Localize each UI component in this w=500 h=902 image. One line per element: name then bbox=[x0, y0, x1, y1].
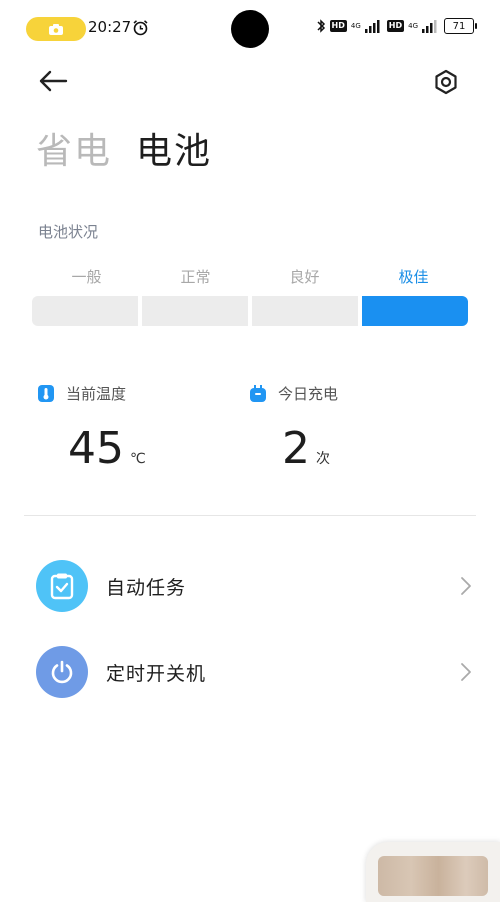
blurred-thumbnail-image bbox=[378, 856, 488, 896]
plug-icon bbox=[250, 385, 266, 402]
menu-item-scheduled-power[interactable]: 定时开关机 bbox=[36, 642, 476, 702]
camera-icon bbox=[49, 23, 63, 35]
temperature-label: 当前温度 bbox=[66, 385, 127, 403]
arrow-left-icon bbox=[39, 70, 68, 92]
back-button[interactable] bbox=[36, 66, 70, 96]
menu-item-label: 定时开关机 bbox=[106, 662, 207, 685]
clipboard-check-icon bbox=[50, 573, 74, 600]
hd-badge: HD bbox=[329, 20, 347, 32]
level-label: 一般 bbox=[71, 268, 102, 286]
status-icons: HD 4G HD 4G 71 bbox=[316, 18, 477, 34]
health-segment bbox=[32, 296, 138, 326]
auto-task-icon-wrap bbox=[36, 560, 88, 612]
temperature-unit: ℃ bbox=[130, 451, 146, 467]
mode-tabs: 省电 电池 bbox=[36, 122, 212, 174]
battery-level: 71 bbox=[444, 18, 477, 34]
signal-icon bbox=[422, 20, 437, 33]
chevron-right-icon bbox=[456, 662, 476, 682]
front-camera bbox=[231, 10, 269, 48]
status-bar: 20:27 HD 4G HD 4G 71 bbox=[0, 0, 500, 58]
battery-status-label: 电池状况 bbox=[38, 223, 99, 241]
level-label: 正常 bbox=[180, 268, 211, 286]
health-segment-active bbox=[362, 296, 468, 326]
charge-count-value: 2 bbox=[282, 423, 310, 474]
status-time: 20:27 bbox=[88, 18, 132, 36]
network-type: 4G bbox=[408, 22, 418, 30]
thermometer-icon bbox=[38, 385, 54, 402]
menu-item-auto-task[interactable]: 自动任务 bbox=[36, 556, 476, 616]
hd-badge: HD bbox=[386, 20, 405, 32]
gear-icon bbox=[435, 69, 457, 95]
tab-battery[interactable]: 电池 bbox=[136, 122, 212, 174]
floating-window-thumbnail[interactable] bbox=[366, 842, 500, 902]
level-label-active: 极佳 bbox=[398, 268, 429, 286]
battery-health-bar bbox=[32, 296, 468, 326]
menu-item-label: 自动任务 bbox=[106, 576, 187, 599]
charge-count-stat: 今日充电 2 次 bbox=[250, 383, 339, 474]
battery-level-labels: 一般 正常 良好 极佳 bbox=[32, 266, 468, 287]
temperature-stat: 当前温度 45 ℃ bbox=[38, 383, 146, 474]
chevron-right-icon bbox=[456, 576, 476, 596]
settings-button[interactable] bbox=[430, 66, 462, 98]
health-segment bbox=[142, 296, 248, 326]
network-type: 4G bbox=[350, 22, 361, 30]
charge-count-label: 今日充电 bbox=[278, 385, 339, 403]
charge-count-unit: 次 bbox=[316, 451, 330, 467]
temperature-value: 45 bbox=[68, 423, 124, 474]
tab-power-saving[interactable]: 省电 bbox=[36, 122, 112, 174]
power-icon bbox=[51, 660, 73, 684]
screen-record-indicator[interactable] bbox=[26, 17, 86, 41]
alarm-icon bbox=[133, 20, 148, 36]
power-icon-wrap bbox=[36, 646, 88, 698]
section-divider bbox=[24, 515, 476, 516]
signal-icon bbox=[364, 20, 380, 33]
bluetooth-icon bbox=[317, 19, 325, 33]
level-label: 良好 bbox=[289, 268, 320, 286]
health-segment bbox=[252, 296, 358, 326]
